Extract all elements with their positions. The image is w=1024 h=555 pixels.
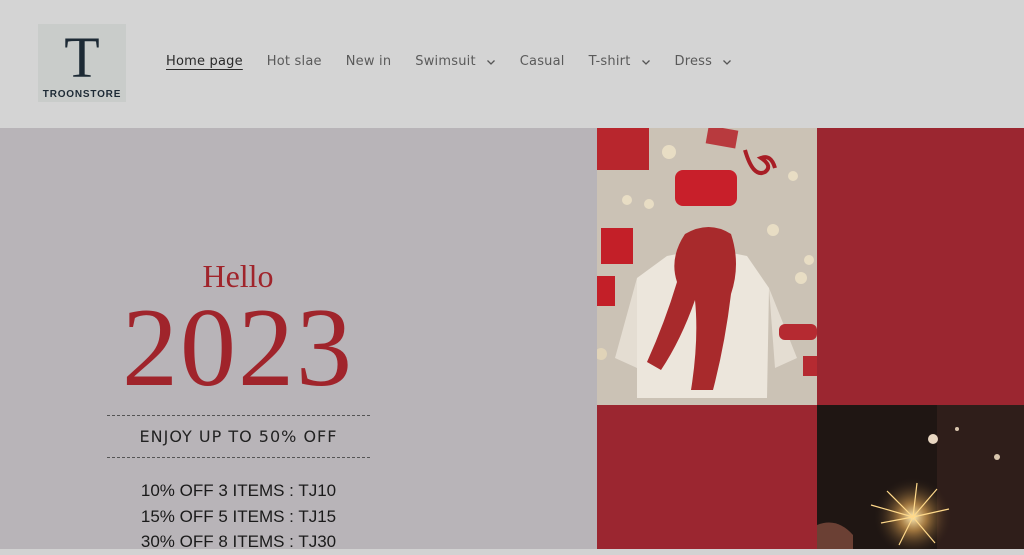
nav-item-swimsuit[interactable]: Swimsuit bbox=[415, 54, 495, 69]
nav-item-new-in[interactable]: New in bbox=[346, 54, 392, 69]
logo-name: TROONSTORE bbox=[42, 89, 122, 100]
nav-item-t-shirt[interactable]: T-shirt bbox=[589, 54, 651, 69]
nav-label: Casual bbox=[519, 54, 565, 69]
chevron-down-icon bbox=[486, 59, 495, 65]
nav-item-casual[interactable]: Casual bbox=[520, 54, 565, 69]
nav-item-hot-sale[interactable]: Hot slae bbox=[267, 54, 322, 69]
hero-year: 2023 bbox=[122, 286, 354, 410]
nav-item-dress[interactable]: Dress bbox=[675, 54, 733, 69]
chevron-down-icon bbox=[723, 59, 732, 65]
red-color-block bbox=[817, 128, 1024, 405]
nav-item-home-page[interactable]: Home page bbox=[166, 54, 243, 69]
promo-code-list: 10% OFF 3 ITEMS : TJ10 15% OFF 5 ITEMS :… bbox=[107, 478, 370, 555]
nav-label: Swimsuit bbox=[415, 54, 476, 69]
site-header: T TROONSTORE Home page Hot slae New in S… bbox=[0, 0, 1024, 128]
logo-letter: T bbox=[64, 25, 100, 90]
nav-label: New in bbox=[345, 54, 392, 69]
store-logo[interactable]: T TROONSTORE bbox=[38, 24, 126, 102]
chevron-down-icon bbox=[641, 59, 650, 65]
nav-label: Dress bbox=[674, 54, 713, 69]
promo-code: 10% OFF 3 ITEMS : TJ10 bbox=[140, 481, 337, 500]
nav-label: T-shirt bbox=[588, 54, 631, 69]
hero-promo-panel: Hello 2023 ENJOY UP TO 50% OFF 10% OFF 3… bbox=[0, 128, 597, 551]
promo-code: 30% OFF 8 ITEMS : TJ30 bbox=[140, 532, 337, 551]
promo-code: 15% OFF 5 ITEMS : TJ15 bbox=[140, 506, 337, 526]
dashed-divider bbox=[107, 415, 370, 416]
hero-banner[interactable]: Hello 2023 ENJOY UP TO 50% OFF 10% OFF 3… bbox=[0, 128, 1024, 551]
hero-headline: ENJOY UP TO 50% OFF bbox=[139, 427, 338, 446]
scarf-flatlay-image bbox=[597, 128, 817, 405]
sparkler-image bbox=[817, 405, 1024, 549]
red-color-block bbox=[597, 405, 817, 549]
dashed-divider bbox=[107, 457, 370, 458]
nav-label: Hot slae bbox=[266, 54, 322, 69]
nav-label: Home page bbox=[166, 54, 243, 69]
main-nav: Home page Hot slae New in Swimsuit Casua… bbox=[166, 54, 756, 69]
